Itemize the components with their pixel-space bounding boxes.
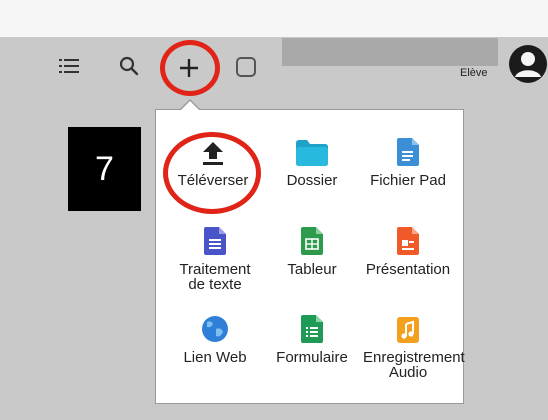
menu-item-label: Dossier: [286, 172, 338, 189]
list-view-button[interactable]: [54, 51, 84, 81]
square-icon: [236, 57, 256, 77]
top-strip: [0, 0, 548, 37]
presentation-icon: [397, 227, 419, 255]
menu-item-label: Traitement de texte: [179, 261, 251, 293]
user-role: Elève: [460, 67, 488, 79]
menu-item-label: Lien Web: [183, 349, 247, 366]
menu-arrow-fill: [180, 101, 200, 111]
form-icon: [301, 315, 323, 343]
text-document-icon: [204, 227, 226, 255]
menu-item-web-link[interactable]: Lien Web: [165, 309, 265, 365]
audio-record-icon: [397, 317, 419, 343]
menu-item-presentation[interactable]: Présentation: [358, 221, 458, 277]
search-button[interactable]: [114, 51, 144, 81]
add-button-highlight: [160, 40, 220, 96]
menu-item-audio-record[interactable]: Enregistrement Audio: [358, 309, 465, 381]
folder-icon: [296, 140, 328, 166]
select-toggle-button[interactable]: [233, 54, 259, 80]
menu-item-label: Enregistrement Audio: [363, 349, 465, 381]
user-name-bar: [282, 38, 498, 66]
step-number-badge: 7: [68, 127, 141, 211]
upload-highlight: [163, 132, 261, 214]
menu-item-label: Fichier Pad: [370, 172, 446, 189]
menu-item-text-document[interactable]: Traitement de texte: [165, 221, 265, 292]
web-link-icon: [202, 316, 228, 342]
menu-item-label: Formulaire: [276, 349, 348, 366]
menu-item-label: Présentation: [365, 261, 451, 278]
avatar[interactable]: [508, 44, 548, 84]
search-icon: [119, 56, 139, 76]
menu-item-form[interactable]: Formulaire: [262, 309, 362, 365]
pad-file-icon: [397, 138, 419, 166]
spreadsheet-icon: [301, 227, 323, 255]
list-icon: [59, 59, 79, 73]
menu-item-pad-file[interactable]: Fichier Pad: [358, 132, 458, 188]
menu-item-spreadsheet[interactable]: Tableur: [262, 221, 362, 277]
menu-item-label: Tableur: [287, 261, 337, 278]
menu-item-folder[interactable]: Dossier: [262, 132, 362, 188]
